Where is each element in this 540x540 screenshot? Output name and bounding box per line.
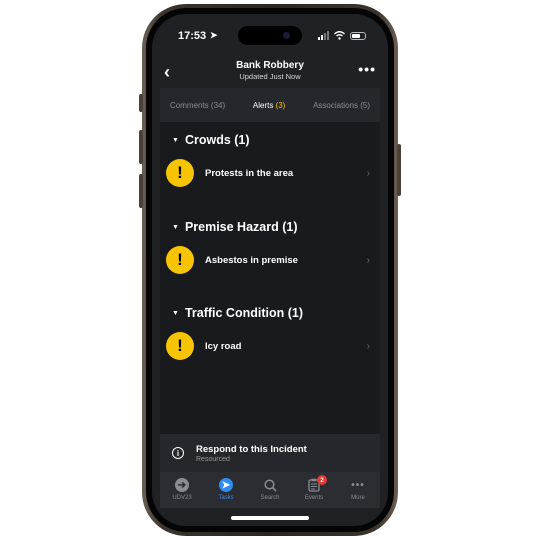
chevron-right-icon: › <box>366 167 370 179</box>
tab-comments-count: (34) <box>210 100 226 110</box>
nav-bar: ‹ Bank Robbery Updated Just Now ••• <box>152 52 388 92</box>
alert-label: Protests in the area <box>205 167 294 179</box>
section-premise-hazard: ▼ Premise Hazard (1) ! Asbestos in premis… <box>160 216 380 282</box>
tabbar-item-more[interactable]: ••• More <box>340 477 376 502</box>
section-title: Traffic Condition (1) <box>184 306 303 320</box>
volume-up-button <box>139 130 143 164</box>
alert-label: Icy road <box>205 340 242 352</box>
more-dots-icon: ••• <box>351 479 365 491</box>
tabbar-label: Search <box>260 495 280 501</box>
tab-associations-label: Associations <box>313 100 358 110</box>
incident-updated: Updated Just Now <box>239 72 301 81</box>
respond-status: Resourced <box>196 455 230 463</box>
tabbar-label: Events <box>304 495 324 501</box>
section-title: Premise Hazard (1) <box>184 220 298 234</box>
section-header-premise-hazard[interactable]: ▼ Premise Hazard (1) <box>160 216 380 238</box>
info-icon: i <box>172 447 184 459</box>
section-header-crowds[interactable]: ▼ Crowds (1) <box>160 129 380 151</box>
location-services-icon: ➤ <box>210 30 218 40</box>
location-arrow-icon: ➤ <box>219 478 233 492</box>
chevron-right-icon: › <box>366 340 370 352</box>
exclamation-icon: ! <box>166 332 194 360</box>
exclamation-icon: ! <box>166 159 194 187</box>
caret-down-icon: ▼ <box>172 309 179 317</box>
mute-switch <box>139 94 143 112</box>
alerts-list: ▼ Crowds (1) ! Protests in the area › ▼ Pr… <box>160 122 380 434</box>
wifi-icon <box>334 31 345 40</box>
respond-title: Respond to this Incident <box>196 443 307 455</box>
tabbar-item-search[interactable]: Search <box>252 477 288 501</box>
tab-alerts-count: (3) <box>275 100 286 110</box>
cellular-signal-icon <box>318 31 329 40</box>
status-time: 17:53 <box>178 30 207 42</box>
incident-title-box: Bank Robbery Updated Just Now <box>192 60 348 81</box>
side-button <box>397 144 401 196</box>
status-bar: 17:53 ➤ <box>152 28 388 46</box>
more-options-button[interactable]: ••• <box>358 61 376 77</box>
exclamation-icon: ! <box>166 246 194 274</box>
tab-alerts[interactable]: Alerts (3) <box>253 101 285 110</box>
tabbar-label: UDV23 <box>172 495 192 501</box>
events-badge: 2 <box>317 475 327 485</box>
tab-alerts-label: Alerts <box>252 100 274 110</box>
tab-comments-label: Comments <box>170 100 209 110</box>
section-traffic-condition: ▼ Traffic Condition (1) ! Icy road › <box>160 302 380 368</box>
section-title: Crowds (1) <box>184 133 250 147</box>
section-header-traffic-condition[interactable]: ▼ Traffic Condition (1) <box>160 302 380 324</box>
incident-title: Bank Robbery <box>236 60 304 71</box>
tab-associations-count: (5) <box>360 100 370 110</box>
arrow-right-circle-icon: ➔ <box>175 478 189 492</box>
tabbar-item-events[interactable]: 2 Events <box>296 475 332 501</box>
tab-strip: Comments (34) Alerts (3) Associations (5… <box>160 88 380 122</box>
tabbar-item-tasks[interactable]: ➤ Tasks <box>208 477 244 501</box>
respond-to-incident-button[interactable]: i Respond to this Incident Resourced <box>160 434 380 472</box>
home-indicator[interactable] <box>231 516 309 520</box>
volume-down-button <box>139 174 143 208</box>
tabbar-label: Tasks <box>218 495 234 501</box>
section-crowds: ▼ Crowds (1) ! Protests in the area › <box>160 129 380 195</box>
alert-row[interactable]: ! Protests in the area › <box>160 151 380 195</box>
search-icon <box>263 478 277 492</box>
tabbar-item-udv23[interactable]: ➔ UDV23 <box>164 477 200 501</box>
tab-comments[interactable]: Comments (34) <box>170 101 225 110</box>
bottom-tab-bar: ➔ UDV23 ➤ Tasks Search 2 Events ••• More <box>160 472 380 508</box>
caret-down-icon: ▼ <box>172 223 179 231</box>
screen: 17:53 ➤ ‹ Bank Robbery Updated Just Now <box>152 14 388 526</box>
alert-label: Asbestos in premise <box>205 254 298 266</box>
battery-icon <box>350 31 366 40</box>
tab-associations[interactable]: Associations (5) <box>313 101 370 110</box>
back-button[interactable]: ‹ <box>164 62 170 83</box>
chevron-right-icon: › <box>366 254 370 266</box>
phone-frame: 17:53 ➤ ‹ Bank Robbery Updated Just Now <box>139 4 401 536</box>
alert-row[interactable]: ! Asbestos in premise › <box>160 238 380 282</box>
alert-row[interactable]: ! Icy road › <box>160 324 380 368</box>
tabbar-label: More <box>351 495 365 501</box>
caret-down-icon: ▼ <box>172 136 179 144</box>
